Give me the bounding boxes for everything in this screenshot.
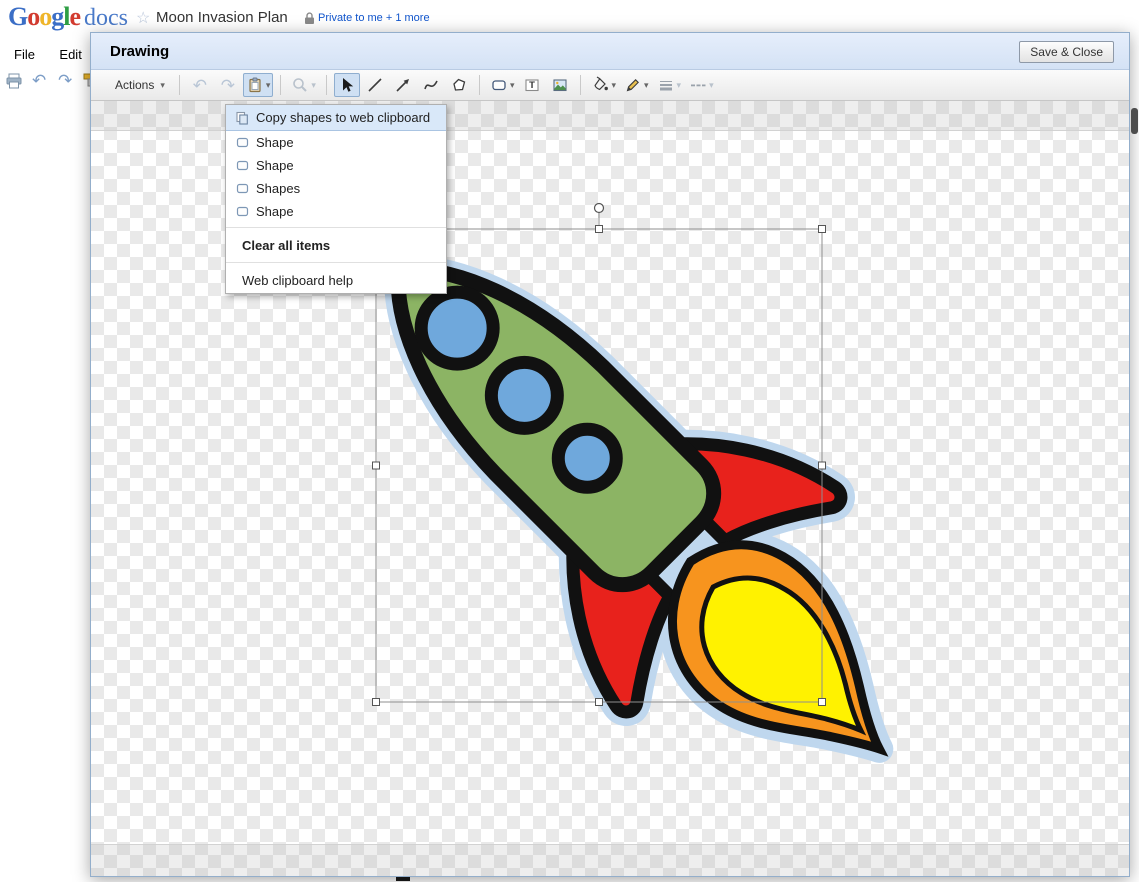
privacy-link[interactable]: Private to me + 1 more	[318, 12, 430, 24]
menu-item-shape[interactable]: Shape	[226, 200, 446, 223]
menu-item-label: Shape	[256, 135, 294, 150]
menu-item-shape[interactable]: Shape	[226, 131, 446, 154]
toolbar-separator	[479, 75, 480, 95]
redo-button[interactable]: ↷	[215, 73, 241, 97]
star-icon[interactable]: ☆	[136, 8, 150, 28]
toolbar-separator	[580, 75, 581, 95]
toolbar-separator	[179, 75, 180, 95]
logo-letter: e	[69, 2, 80, 31]
menu-item-label: Shape	[256, 158, 294, 173]
page: Googledocs ☆ Moon Invasion Plan Private …	[0, 0, 1139, 882]
svg-text:T: T	[530, 80, 536, 91]
line-dash-button[interactable]: ▾	[686, 73, 717, 97]
line-color-button[interactable]: ▾	[621, 73, 652, 97]
toolbar-separator	[326, 75, 327, 95]
actions-menu-button[interactable]: Actions ▾	[108, 73, 172, 97]
google-docs-logo: Googledocs	[8, 2, 128, 32]
menu-item-label: Shape	[256, 204, 294, 219]
rotation-handle[interactable]	[595, 204, 604, 213]
document-title[interactable]: Moon Invasion Plan	[156, 9, 288, 26]
logo-docs-text: docs	[84, 5, 128, 31]
line-width-button[interactable]: ▾	[654, 73, 685, 97]
chevron-down-icon: ▾	[677, 81, 682, 90]
polyline-icon	[450, 76, 468, 94]
fill-color-icon	[591, 76, 609, 94]
print-icon[interactable]	[5, 72, 23, 90]
menu-item-label: Shapes	[256, 181, 300, 196]
redo-icon[interactable]: ↷	[58, 72, 72, 89]
logo-letter: o	[27, 2, 39, 31]
chevron-down-icon: ▾	[644, 81, 649, 90]
menu-item-label: Copy shapes to web clipboard	[256, 110, 430, 125]
line-width-icon	[657, 76, 675, 94]
image-icon	[551, 76, 569, 94]
shape-icon	[234, 159, 250, 172]
chevron-down-icon: ▾	[266, 81, 271, 90]
lock-icon	[304, 12, 315, 30]
menu-item-copy-shapes[interactable]: Copy shapes to web clipboard	[226, 105, 446, 131]
screen-artifact	[396, 877, 410, 881]
redo-icon: ↷	[221, 77, 235, 94]
menu-edit[interactable]: Edit	[53, 45, 87, 64]
logo-letter: g	[51, 2, 63, 31]
actions-label: Actions	[115, 78, 154, 92]
chevron-down-icon: ▾	[709, 81, 714, 90]
line-dash-icon	[689, 76, 707, 94]
pencil-icon	[624, 76, 642, 94]
top-bar: Googledocs ☆ Moon Invasion Plan Private …	[0, 0, 1139, 34]
curve-icon	[422, 76, 440, 94]
menu-item-shape[interactable]: Shape	[226, 154, 446, 177]
web-clipboard-menu: Copy shapes to web clipboard Shape Shape…	[225, 104, 447, 294]
shape-icon	[490, 76, 508, 94]
curve-tool-button[interactable]	[418, 73, 444, 97]
menu-separator	[226, 227, 446, 228]
menu-separator	[226, 262, 446, 263]
select-tool-button[interactable]	[334, 73, 360, 97]
page-scrollbar-thumb[interactable]	[1131, 108, 1138, 134]
web-clipboard-icon	[246, 76, 264, 94]
polyline-tool-button[interactable]	[446, 73, 472, 97]
menu-item-help[interactable]: Web clipboard help	[226, 267, 446, 293]
dialog-title: Drawing	[110, 43, 169, 60]
menu-item-clear-all[interactable]: Clear all items	[226, 232, 446, 258]
undo-icon: ↶	[193, 77, 207, 94]
drawing-toolbar: Actions ▾ ↶ ↷ ▾ ▾	[91, 70, 1129, 101]
arrow-tool-button[interactable]	[390, 73, 416, 97]
text-box-tool-button[interactable]: T	[519, 73, 545, 97]
menu-item-label: Clear all items	[242, 238, 330, 253]
menu-item-shapes[interactable]: Shapes	[226, 177, 446, 200]
undo-icon[interactable]: ↶	[32, 72, 46, 89]
zoom-button[interactable]: ▾	[288, 73, 319, 97]
chevron-down-icon: ▾	[311, 81, 316, 90]
insert-image-button[interactable]	[547, 73, 573, 97]
copy-icon	[234, 111, 250, 125]
save-close-button[interactable]: Save & Close	[1019, 41, 1114, 63]
web-clipboard-button[interactable]: ▾	[243, 73, 274, 97]
dialog-header: Drawing Save & Close	[91, 33, 1129, 70]
zoom-icon	[291, 76, 309, 94]
chevron-down-icon: ▾	[160, 81, 165, 90]
line-icon	[366, 76, 384, 94]
arrow-icon	[394, 76, 412, 94]
shape-icon	[234, 205, 250, 218]
logo-letter: o	[39, 2, 51, 31]
select-cursor-icon	[338, 76, 356, 94]
shape-tool-button[interactable]: ▾	[487, 73, 518, 97]
drawing-dialog: Drawing Save & Close Actions ▾ ↶ ↷ ▾	[90, 32, 1130, 877]
chevron-down-icon: ▾	[611, 81, 616, 90]
line-tool-button[interactable]	[362, 73, 388, 97]
shape-icon	[234, 136, 250, 149]
text-box-icon: T	[523, 76, 541, 94]
logo-letter: G	[8, 2, 27, 31]
menu-item-label: Web clipboard help	[242, 273, 353, 288]
chevron-down-icon: ▾	[510, 81, 515, 90]
undo-button[interactable]: ↶	[187, 73, 213, 97]
shape-icon	[234, 182, 250, 195]
menu-file[interactable]: File	[8, 45, 41, 64]
fill-color-button[interactable]: ▾	[588, 73, 619, 97]
toolbar-separator	[280, 75, 281, 95]
